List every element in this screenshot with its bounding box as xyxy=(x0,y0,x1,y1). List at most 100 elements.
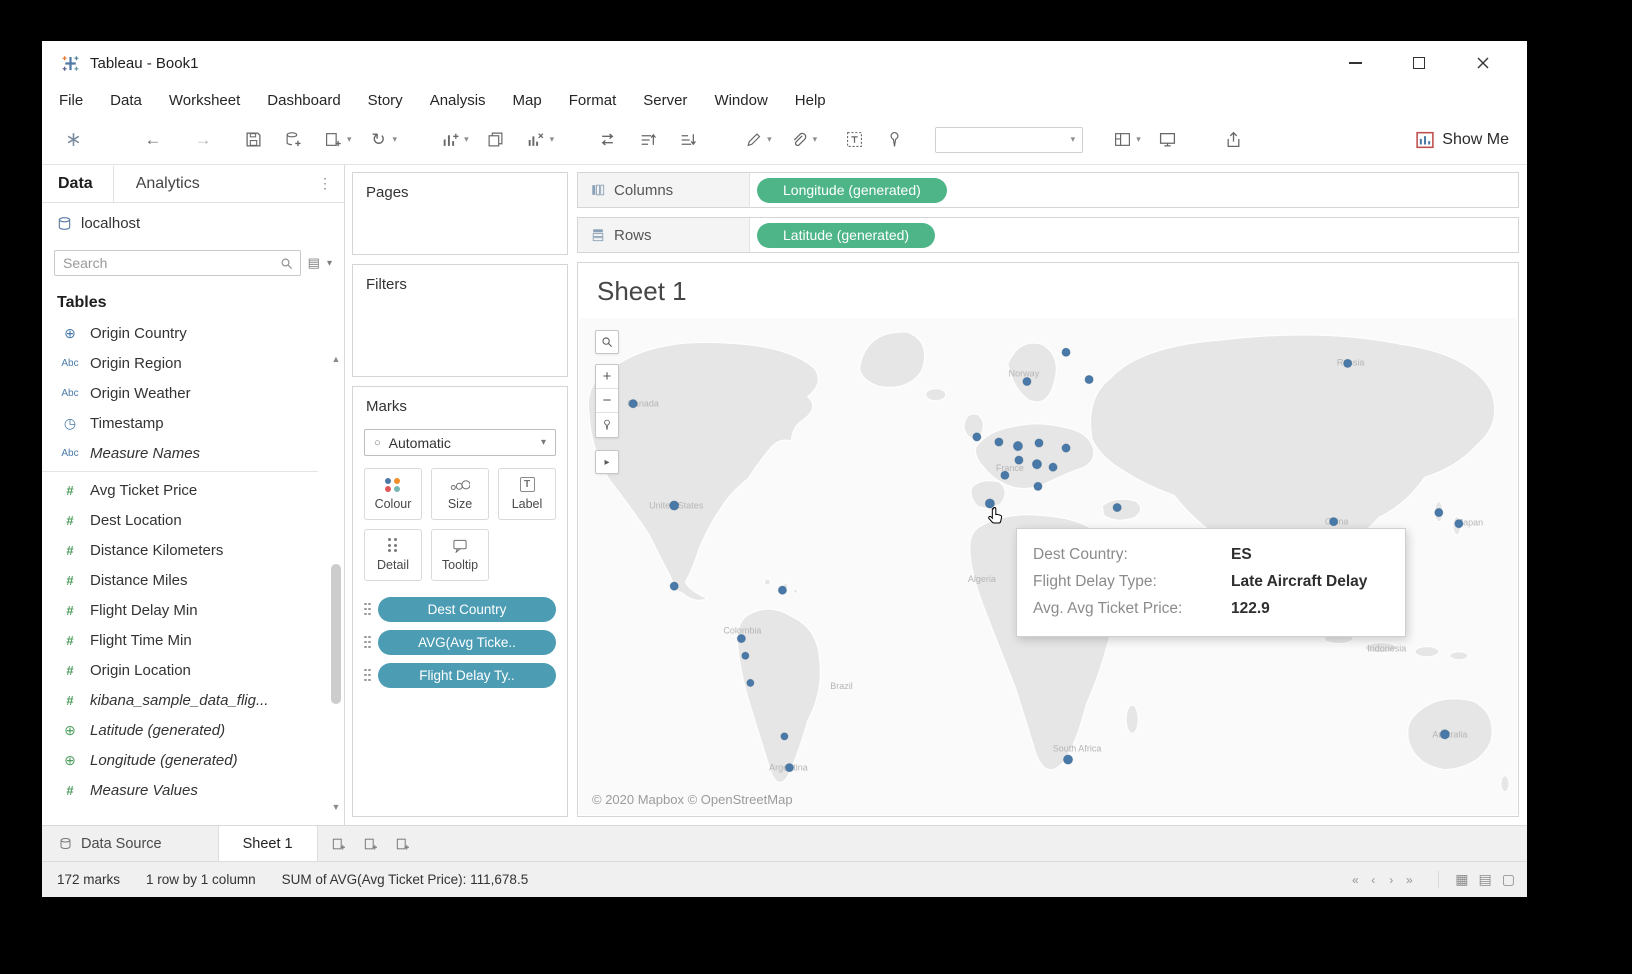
redo-button[interactable]: → xyxy=(190,125,216,155)
attach-button[interactable] xyxy=(786,125,812,155)
field-dest-location[interactable]: #Dest Location xyxy=(42,505,328,535)
add-chart-button[interactable] xyxy=(437,125,463,155)
map-mark-1[interactable] xyxy=(670,501,679,510)
field-origin-country[interactable]: ⊕Origin Country xyxy=(42,318,328,348)
map-mark-7[interactable] xyxy=(781,733,788,740)
chevron-down-icon[interactable]: ▾ xyxy=(1136,134,1141,145)
show-sheet-view-icon[interactable]: ▢ xyxy=(1502,871,1515,888)
map-mark-15[interactable] xyxy=(1035,439,1043,447)
pill-longitude-generated[interactable]: Longitude (generated) xyxy=(757,178,947,203)
colour-button[interactable]: Colour xyxy=(364,468,422,520)
search-box[interactable] xyxy=(54,250,301,276)
label-button[interactable]: T Label xyxy=(498,468,556,520)
field-distance-miles[interactable]: #Distance Miles xyxy=(42,565,328,595)
menu-item-story[interactable]: Story xyxy=(368,92,403,109)
connection-row[interactable]: localhost xyxy=(42,203,344,243)
field-distance-kilometers[interactable]: #Distance Kilometers xyxy=(42,535,328,565)
menu-item-help[interactable]: Help xyxy=(795,92,826,109)
field-origin-location[interactable]: #Origin Location xyxy=(42,655,328,685)
field-measure-values[interactable]: #Measure Values xyxy=(42,775,328,805)
highlight-button[interactable] xyxy=(740,125,766,155)
menu-item-format[interactable]: Format xyxy=(569,92,617,109)
menu-item-map[interactable]: Map xyxy=(513,92,542,109)
map-mark-11[interactable] xyxy=(1085,375,1093,383)
tableau-asterisk-icon[interactable] xyxy=(60,125,86,155)
chevron-down-icon[interactable]: ▾ xyxy=(327,258,332,269)
sort-descending-button[interactable] xyxy=(674,125,700,155)
new-worksheet-button[interactable] xyxy=(320,125,346,155)
show-me-button[interactable]: Show Me xyxy=(1416,131,1509,149)
undo-button[interactable]: ← xyxy=(140,125,166,155)
duplicate-button[interactable] xyxy=(483,125,509,155)
filters-shelf[interactable]: Filters xyxy=(352,264,568,377)
new-worksheet-tab-button[interactable] xyxy=(326,831,352,857)
map-mark-4[interactable] xyxy=(737,635,745,643)
menu-item-server[interactable]: Server xyxy=(643,92,687,109)
maximize-button[interactable] xyxy=(1411,55,1427,71)
pill-avg-ticket-price[interactable]: AVG(Avg Ticke.. xyxy=(378,630,556,655)
tab-data[interactable]: Data xyxy=(42,166,113,202)
fields-scrollbar[interactable]: ▲ ▼ xyxy=(328,351,344,815)
last-sheet-button[interactable]: » xyxy=(1400,873,1418,887)
show-tabs-view-icon[interactable]: ▦ xyxy=(1455,871,1468,888)
field-kibana-sample-data-flig[interactable]: #kibana_sample_data_flig... xyxy=(42,685,328,715)
first-sheet-button[interactable]: « xyxy=(1346,873,1364,887)
presentation-mode-button[interactable] xyxy=(1155,125,1181,155)
map-mark-28[interactable] xyxy=(1440,730,1449,739)
map-mark-12[interactable] xyxy=(973,433,981,441)
field-measure-names[interactable]: AbcMeasure Names xyxy=(42,438,328,468)
map-mark-8[interactable] xyxy=(785,764,793,772)
mark-type-dropdown[interactable]: ○ Automatic ▾ xyxy=(364,429,556,456)
chevron-down-icon[interactable]: ▾ xyxy=(767,134,772,145)
chevron-down-icon[interactable]: ▾ xyxy=(550,134,555,145)
map-mark-0[interactable] xyxy=(629,400,637,408)
tab-sheet-1[interactable]: Sheet 1 xyxy=(219,826,318,861)
fit-dropdown[interactable]: ▾ xyxy=(935,127,1083,153)
map-mark-29[interactable] xyxy=(1064,755,1073,764)
field-origin-region[interactable]: AbcOrigin Region xyxy=(42,348,328,378)
menu-item-window[interactable]: Window xyxy=(714,92,767,109)
share-button[interactable] xyxy=(1221,125,1247,155)
map-mark-27[interactable] xyxy=(1455,520,1463,528)
map-mark-19[interactable] xyxy=(1049,463,1057,471)
previous-sheet-button[interactable]: ‹ xyxy=(1364,873,1382,887)
map-mark-21[interactable] xyxy=(1034,482,1042,490)
menu-item-dashboard[interactable]: Dashboard xyxy=(267,92,340,109)
zoom-in-button[interactable]: + xyxy=(596,365,618,389)
rows-shelf[interactable]: Rows Latitude (generated) xyxy=(577,217,1519,253)
minimize-button[interactable] xyxy=(1347,55,1363,71)
field-avg-ticket-price[interactable]: #Avg Ticket Price xyxy=(42,475,328,505)
sort-ascending-button[interactable] xyxy=(634,125,660,155)
field-origin-weather[interactable]: AbcOrigin Weather xyxy=(42,378,328,408)
pill-flight-delay-type[interactable]: Flight Delay Ty.. xyxy=(378,663,556,688)
search-input[interactable] xyxy=(63,255,280,271)
new-story-tab-button[interactable] xyxy=(390,831,416,857)
scroll-down-icon[interactable]: ▼ xyxy=(332,802,341,812)
tab-data-source[interactable]: Data Source xyxy=(42,826,219,861)
text-label-button[interactable] xyxy=(841,125,867,155)
map-mark-3[interactable] xyxy=(778,586,786,594)
columns-shelf[interactable]: Columns Longitude (generated) xyxy=(577,172,1519,208)
field-longitude-generated[interactable]: ⊕Longitude (generated) xyxy=(42,745,328,775)
chevron-down-icon[interactable]: ▾ xyxy=(347,134,352,145)
scroll-thumb[interactable] xyxy=(331,564,341,703)
tooltip-button[interactable]: Tooltip xyxy=(431,529,489,581)
map-mark-13[interactable] xyxy=(995,438,1003,446)
field-flight-time-min[interactable]: #Flight Time Min xyxy=(42,625,328,655)
map-mark-20[interactable] xyxy=(1001,471,1009,479)
new-data-source-button[interactable] xyxy=(280,125,306,155)
map-view[interactable]: CanadaUnited StatesColombiaBrazilArgenti… xyxy=(579,318,1517,815)
map-mark-14[interactable] xyxy=(1013,441,1022,450)
pill-dest-country[interactable]: Dest Country xyxy=(378,597,556,622)
view-as-list-icon[interactable]: ▤ xyxy=(308,255,320,271)
detail-button[interactable]: Detail xyxy=(364,529,422,581)
map-mark-23[interactable] xyxy=(1113,503,1121,511)
map-mark-18[interactable] xyxy=(1032,460,1041,469)
show-filmstrip-view-icon[interactable]: ▤ xyxy=(1479,871,1492,888)
clear-sheet-button[interactable] xyxy=(523,125,549,155)
field-timestamp[interactable]: ◷Timestamp xyxy=(42,408,328,438)
map-mark-17[interactable] xyxy=(1015,456,1023,464)
close-button[interactable] xyxy=(1475,55,1491,71)
map-mark-9[interactable] xyxy=(1023,377,1031,385)
zoom-out-button[interactable]: − xyxy=(596,389,618,413)
